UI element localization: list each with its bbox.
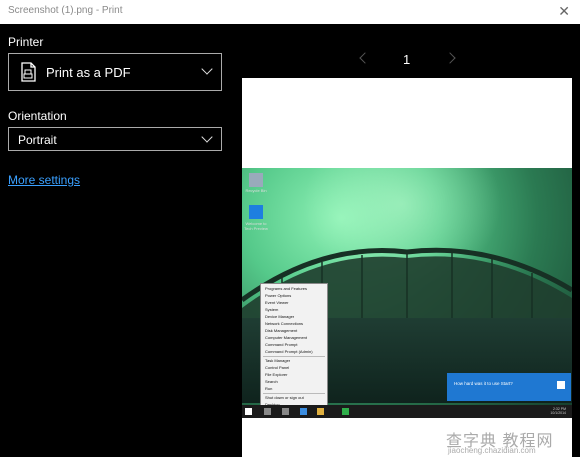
menu-item[interactable]: Command Prompt (265, 342, 297, 347)
context-menu: Programs and Features Power Options Even… (260, 283, 328, 408)
menu-item[interactable]: Event Viewer (265, 300, 289, 305)
printer-value: Print as a PDF (46, 65, 131, 80)
menu-item[interactable]: Command Prompt (Admin) (265, 349, 313, 354)
next-page-icon[interactable] (444, 52, 456, 64)
date-text: 10/1/2014 (550, 411, 566, 415)
desktop-icon-label: Recycle Bin (245, 188, 267, 193)
start-icon[interactable] (245, 408, 252, 415)
menu-item[interactable]: Disk Management (265, 328, 297, 333)
window-title: Screenshot (1).png - Print (8, 5, 123, 16)
feedback-icon (557, 381, 565, 389)
menu-item[interactable]: Control Panel (265, 365, 289, 370)
printer-dropdown[interactable]: Print as a PDF (8, 53, 222, 91)
windows-logo-icon[interactable] (249, 205, 263, 219)
menu-separator (263, 356, 325, 357)
close-icon[interactable]: ✕ (558, 3, 570, 20)
store-icon[interactable] (342, 408, 349, 415)
task-view-icon[interactable] (282, 408, 289, 415)
chevron-down-icon (201, 131, 213, 143)
ie-icon[interactable] (300, 408, 307, 415)
menu-item[interactable]: Computer Management (265, 335, 307, 340)
clock[interactable]: 2:32 PM 10/1/2014 (550, 407, 566, 415)
print-preview-page: Recycle Bin Welcome to Tech Preview Prog… (242, 78, 572, 457)
pdf-printer-icon (21, 62, 36, 82)
previous-page-icon[interactable] (359, 52, 371, 64)
menu-item[interactable]: Run (265, 386, 272, 391)
printer-label: Printer (8, 35, 44, 49)
menu-item[interactable]: Device Manager (265, 314, 294, 319)
menu-item[interactable]: Task Manager (265, 358, 290, 363)
menu-item[interactable]: Power Options (265, 293, 291, 298)
menu-item[interactable]: Network Connections (265, 321, 303, 326)
search-icon[interactable] (264, 408, 271, 415)
taskbar: 2:32 PM 10/1/2014 (242, 405, 572, 418)
more-settings-link[interactable]: More settings (8, 173, 80, 187)
menu-separator (263, 393, 325, 394)
orientation-value: Portrait (18, 133, 57, 147)
recycle-bin-icon[interactable] (249, 173, 263, 187)
file-explorer-icon[interactable] (317, 408, 324, 415)
watermark-url: jiaocheng.chazidian.com (448, 446, 536, 455)
menu-item[interactable]: Search (265, 379, 278, 384)
toast-text: How hard was it to use Start? (454, 381, 513, 386)
page-number: 1 (403, 52, 411, 67)
desktop-icon-label: Welcome to Tech Preview (244, 221, 268, 231)
orientation-dropdown[interactable]: Portrait (8, 127, 222, 151)
menu-item[interactable]: Programs and Features (265, 286, 307, 291)
orientation-label: Orientation (8, 109, 67, 123)
chevron-down-icon (201, 63, 213, 75)
menu-item[interactable]: Shut down or sign out (265, 395, 304, 400)
preview-screenshot: Recycle Bin Welcome to Tech Preview Prog… (242, 168, 572, 418)
menu-item[interactable]: System (265, 307, 278, 312)
title-bar: Screenshot (1).png - Print ✕ (0, 0, 580, 24)
feedback-toast[interactable]: How hard was it to use Start? (447, 373, 571, 401)
menu-item[interactable]: File Explorer (265, 372, 287, 377)
